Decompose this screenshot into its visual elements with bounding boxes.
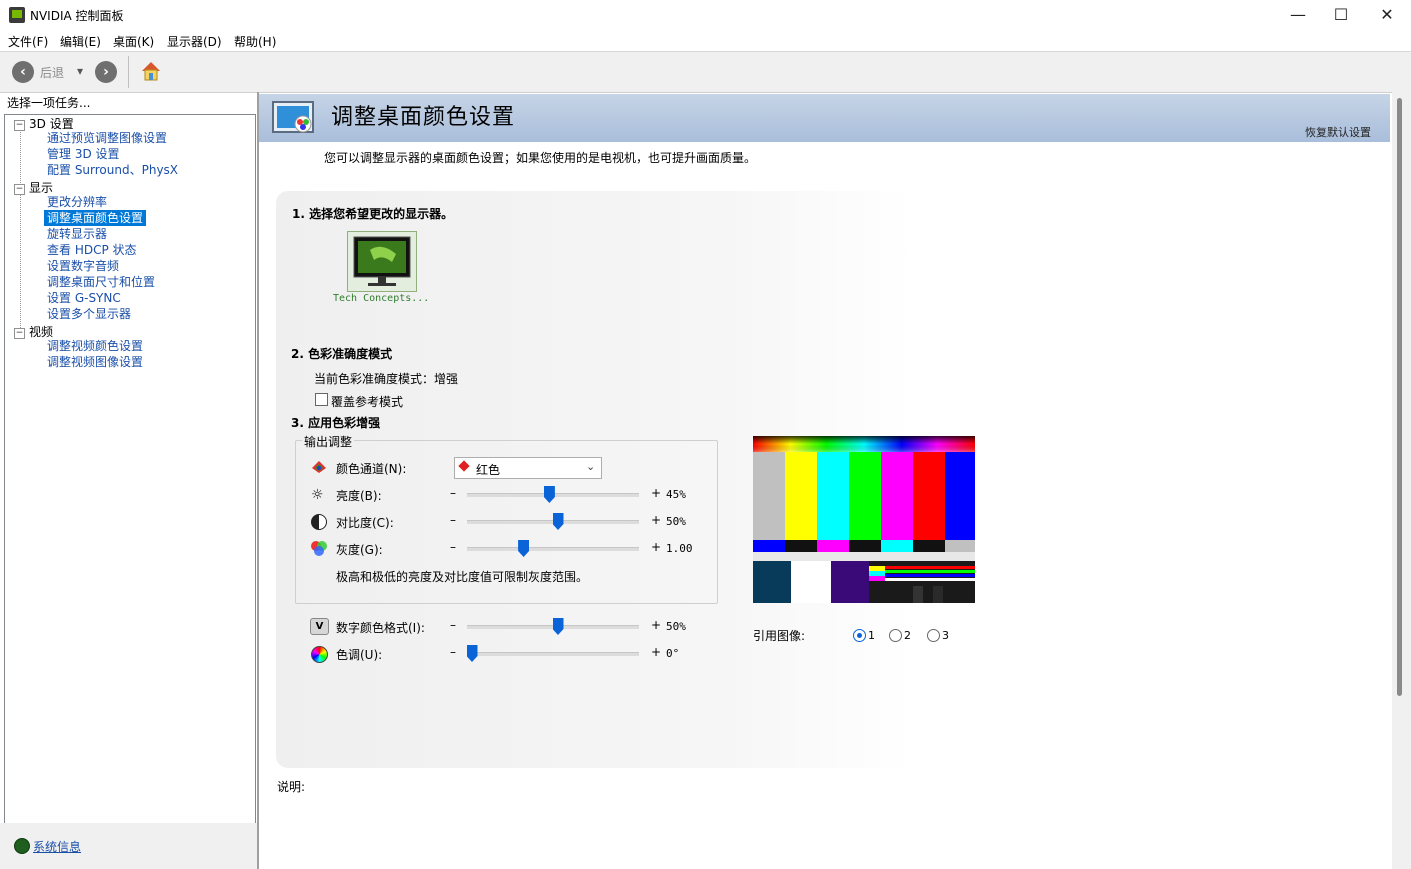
tree-guide-line xyxy=(20,127,22,187)
home-icon[interactable] xyxy=(140,59,162,83)
toolbar-separator xyxy=(128,56,129,88)
explanation-label: 说明: xyxy=(277,780,306,794)
gamma-minus[interactable]: – xyxy=(450,540,456,554)
task-tree[interactable]: − 3D 设置 通过预览调整图像设置 管理 3D 设置 配置 Surround、… xyxy=(4,114,256,824)
contrast-label: 对比度(C): xyxy=(336,516,394,530)
brightness-value: 45% xyxy=(666,488,686,501)
gamma-icon xyxy=(310,540,328,556)
tree-item-surround-physx[interactable]: 配置 Surround、PhysX xyxy=(47,162,178,178)
collapse-icon[interactable]: − xyxy=(14,120,25,131)
color-channel-value: 红色 xyxy=(476,463,501,477)
menu-help[interactable]: 帮助(H) xyxy=(234,33,276,50)
system-info-link[interactable]: 系统信息 xyxy=(33,838,81,855)
close-button[interactable]: ✕ xyxy=(1364,0,1410,30)
vibrance-label: 数字颜色格式(I): xyxy=(336,621,425,635)
brightness-plus[interactable]: + xyxy=(651,486,661,500)
output-adjust-label: 输出调整 xyxy=(302,433,355,450)
reference-radio-1-label[interactable]: 1 xyxy=(868,629,875,642)
tree-item-resolution[interactable]: 更改分辨率 xyxy=(47,194,107,210)
system-info-icon xyxy=(14,838,30,854)
tree-item-video-color[interactable]: 调整视频颜色设置 xyxy=(47,338,143,354)
brightness-icon: ☼ xyxy=(311,487,324,503)
toolbar xyxy=(0,51,1411,93)
tree-item-video-image[interactable]: 调整视频图像设置 xyxy=(47,354,143,370)
menu-desktop[interactable]: 桌面(K) xyxy=(113,33,154,50)
back-dropdown-icon[interactable]: ▾ xyxy=(77,64,83,78)
override-checkbox[interactable] xyxy=(315,393,328,406)
tree-item-preview-image[interactable]: 通过预览调整图像设置 xyxy=(47,130,167,146)
hue-label: 色调(U): xyxy=(336,648,383,662)
pane-splitter[interactable] xyxy=(257,92,259,869)
vibrance-minus[interactable]: – xyxy=(450,618,456,632)
maximize-button[interactable]: ☐ xyxy=(1318,0,1364,30)
hue-icon xyxy=(311,646,328,663)
tree-item-desktop-size[interactable]: 调整桌面尺寸和位置 xyxy=(47,274,155,290)
tree-item-gsync[interactable]: 设置 G-SYNC xyxy=(47,290,121,306)
current-accuracy-mode: 当前色彩准确度模式：增强 xyxy=(314,372,459,386)
hue-slider-track[interactable] xyxy=(467,652,639,656)
hue-value: 0° xyxy=(666,647,680,660)
collapse-icon[interactable]: − xyxy=(14,328,25,339)
brightness-label: 亮度(B): xyxy=(336,489,382,503)
color-channel-icon xyxy=(311,460,327,474)
page-title: 调整桌面颜色设置 xyxy=(331,105,516,130)
reference-radio-3-label[interactable]: 3 xyxy=(942,629,949,642)
override-label[interactable]: 覆盖参考模式 xyxy=(331,393,403,410)
page-description: 您可以调整显示器的桌面颜色设置；如果您使用的是电视机，也可提升画面质量。 xyxy=(324,151,757,165)
menu-edit[interactable]: 编辑(E) xyxy=(60,33,101,50)
color-channel-label: 颜色通道(N): xyxy=(336,462,407,476)
task-pane-header: 选择一项任务... xyxy=(7,96,91,110)
monitor-selector[interactable] xyxy=(347,231,417,292)
hue-minus[interactable]: – xyxy=(450,645,456,659)
scrollbar-thumb[interactable] xyxy=(1397,98,1402,696)
section-3-title: 3. 应用色彩增强 xyxy=(291,416,381,430)
nvidia-app-icon xyxy=(9,7,25,23)
menu-display[interactable]: 显示器(D) xyxy=(167,33,222,50)
tree-item-manage-3d[interactable]: 管理 3D 设置 xyxy=(47,146,120,162)
gamma-label: 灰度(G): xyxy=(336,543,383,557)
monitor-name[interactable]: Tech Concepts... xyxy=(333,293,429,304)
back-label[interactable]: 后退 xyxy=(40,64,64,81)
reference-radio-3[interactable] xyxy=(927,629,940,642)
tree-item-hdcp[interactable]: 查看 HDCP 状态 xyxy=(47,242,137,258)
chevron-down-icon[interactable]: ⌄ xyxy=(586,460,595,473)
tree-guide-line xyxy=(20,192,22,332)
contrast-icon xyxy=(311,514,327,530)
window-title: NVIDIA 控制面板 xyxy=(30,9,124,23)
tree-item-desktop-color[interactable]: 调整桌面颜色设置 xyxy=(44,210,147,226)
reference-radio-2-label[interactable]: 2 xyxy=(904,629,911,642)
vibrance-icon: V xyxy=(310,618,329,635)
collapse-icon[interactable]: − xyxy=(14,184,25,195)
back-arrow-icon[interactable]: ‹ xyxy=(12,61,34,83)
menu-file[interactable]: 文件(F) xyxy=(8,33,48,50)
brightness-minus[interactable]: – xyxy=(450,486,456,500)
gamma-slider-track[interactable] xyxy=(467,547,639,551)
gamma-plus[interactable]: + xyxy=(651,540,661,554)
reference-radio-2[interactable] xyxy=(889,629,902,642)
desktop-color-icon xyxy=(271,98,321,138)
hue-plus[interactable]: + xyxy=(651,645,661,659)
restore-defaults-link[interactable]: 恢复默认设置 xyxy=(1305,124,1371,140)
forward-arrow-icon[interactable]: › xyxy=(95,61,117,83)
reference-radio-1[interactable] xyxy=(853,629,866,642)
reference-test-image xyxy=(753,436,975,603)
vibrance-plus[interactable]: + xyxy=(651,618,661,632)
contrast-value: 50% xyxy=(666,515,686,528)
tree-item-multi-display[interactable]: 设置多个显示器 xyxy=(47,306,131,322)
contrast-minus[interactable]: – xyxy=(450,513,456,527)
section-2-title: 2. 色彩准确度模式 xyxy=(291,347,393,361)
title-bar xyxy=(0,0,1411,30)
contrast-plus[interactable]: + xyxy=(651,513,661,527)
vibrance-value: 50% xyxy=(666,620,686,633)
section-1-title: 1. 选择您希望更改的显示器。 xyxy=(292,207,454,221)
gamma-value: 1.00 xyxy=(666,542,693,555)
tree-item-rotate[interactable]: 旋转显示器 xyxy=(47,226,107,242)
reference-image-label: 引用图像: xyxy=(753,629,806,643)
minimize-button[interactable]: — xyxy=(1275,0,1321,30)
tree-item-digital-audio[interactable]: 设置数字音频 xyxy=(47,258,119,274)
range-note: 极高和极低的亮度及对比度值可限制灰度范围。 xyxy=(336,570,589,584)
